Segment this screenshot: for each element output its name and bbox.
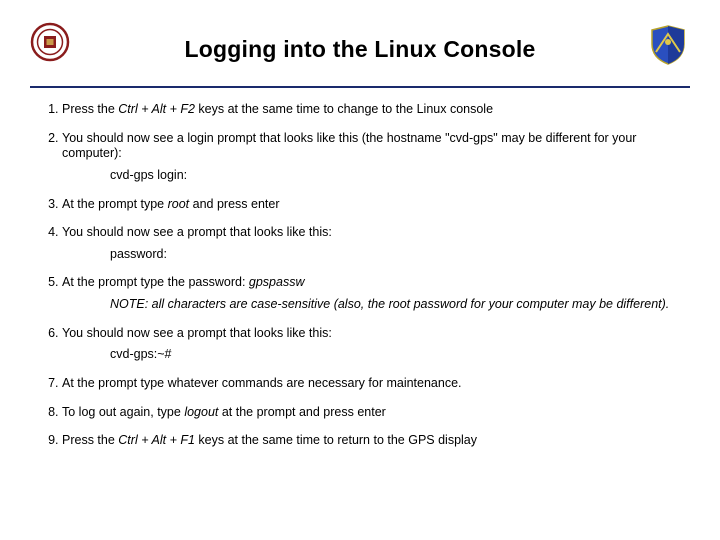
step-2-text: You should now see a login prompt that l… <box>62 131 636 161</box>
step-5-note: NOTE: all characters are case-sensitive … <box>110 297 690 313</box>
step-7: At the prompt type whatever commands are… <box>62 376 690 392</box>
step-1-text-b: keys at the same time to change to the L… <box>195 102 493 116</box>
slide-header: Logging into the Linux Console <box>30 18 690 82</box>
step-8: To log out again, type logout at the pro… <box>62 405 690 421</box>
step-8-text-b: at the prompt and press enter <box>218 405 385 419</box>
step-1-keycombo: Ctrl + Alt + F2 <box>118 102 195 116</box>
instruction-list: Press the Ctrl + Alt + F2 keys at the sa… <box>30 102 690 449</box>
step-7-text: At the prompt type whatever commands are… <box>62 376 462 390</box>
step-3-text-b: and press enter <box>189 197 279 211</box>
step-6-text: You should now see a prompt that looks l… <box>62 326 332 340</box>
step-5: At the prompt type the password: gpspass… <box>62 275 690 312</box>
step-2: You should now see a login prompt that l… <box>62 131 690 184</box>
step-4-prompt: password: <box>110 247 690 263</box>
step-9-text-a: Press the <box>62 433 118 447</box>
page-title: Logging into the Linux Console <box>30 18 690 63</box>
step-9-keycombo: Ctrl + Alt + F1 <box>118 433 198 447</box>
step-8-text-a: To log out again, type <box>62 405 184 419</box>
step-6: You should now see a prompt that looks l… <box>62 326 690 363</box>
step-3: At the prompt type root and press enter <box>62 197 690 213</box>
shield-icon <box>646 22 690 69</box>
step-9-text-b: keys at the same time to return to the G… <box>198 433 477 447</box>
step-4: You should now see a prompt that looks l… <box>62 225 690 262</box>
step-5-password: gpspassw <box>249 275 305 289</box>
step-4-text: You should now see a prompt that looks l… <box>62 225 332 239</box>
step-9: Press the Ctrl + Alt + F1 keys at the sa… <box>62 433 690 449</box>
slide: Logging into the Linux Console Press the… <box>0 0 720 540</box>
step-3-root: root <box>168 197 190 211</box>
step-8-cmd: logout <box>184 405 218 419</box>
step-1: Press the Ctrl + Alt + F2 keys at the sa… <box>62 102 690 118</box>
seal-icon <box>30 22 70 65</box>
step-3-text-a: At the prompt type <box>62 197 168 211</box>
step-5-text-a: At the prompt type the password: <box>62 275 249 289</box>
step-6-prompt: cvd-gps:~# <box>110 347 690 363</box>
step-2-prompt: cvd-gps login: <box>110 168 690 184</box>
step-1-text-a: Press the <box>62 102 118 116</box>
header-divider <box>30 86 690 88</box>
